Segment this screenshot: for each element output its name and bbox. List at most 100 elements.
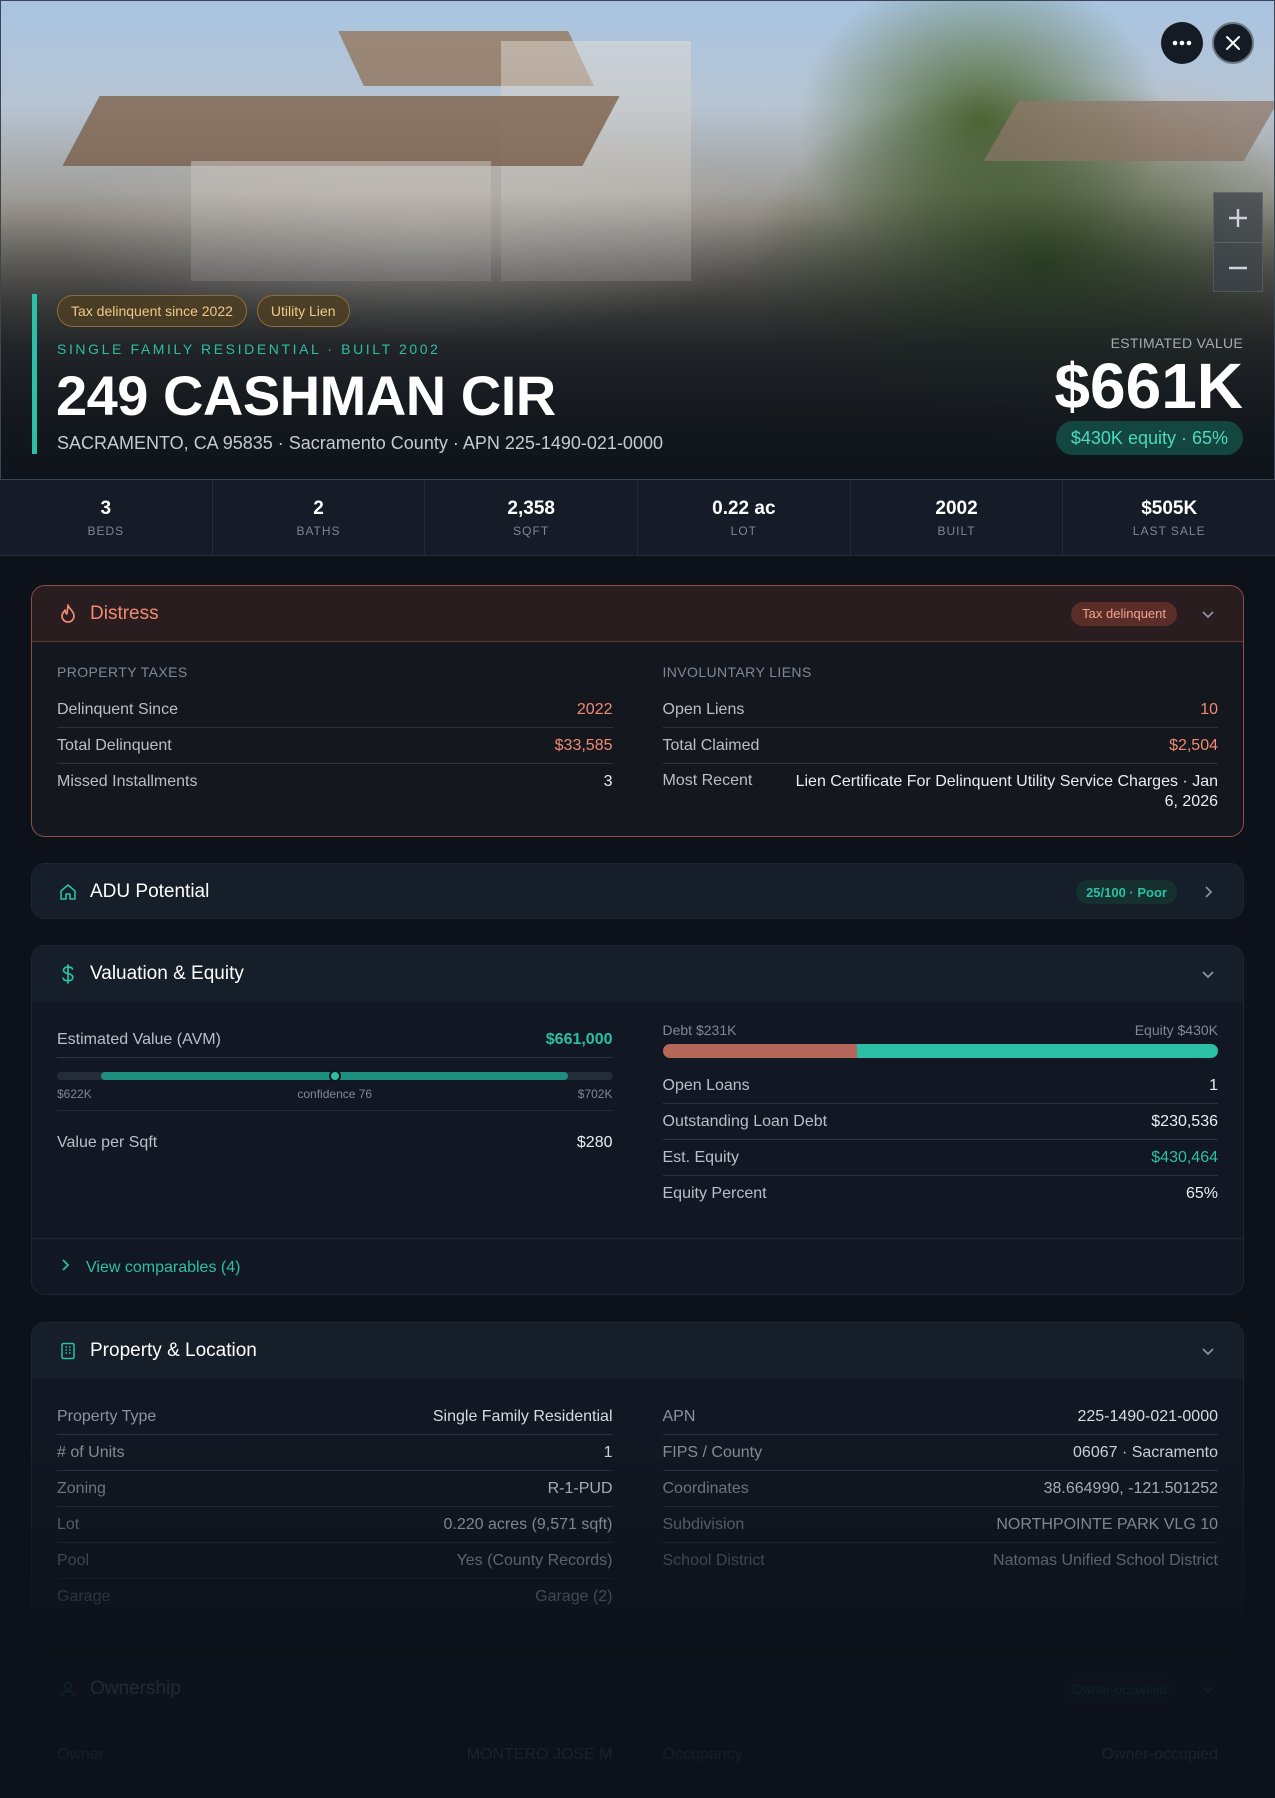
tax-delinquent-badge: Tax delinquent since 2022: [57, 295, 247, 327]
row-key: Lot: [57, 1515, 80, 1533]
row-value: 0.220 acres (9,571 sqft): [443, 1515, 613, 1533]
home-icon: [58, 882, 78, 902]
row-key: Delinquent Since: [57, 700, 178, 718]
more-options-button[interactable]: [1161, 22, 1203, 64]
detail-row: Owner MONTERO JOSE M: [57, 1737, 613, 1773]
chevron-down-icon[interactable]: [1199, 605, 1217, 623]
chevron-right-icon: [60, 1258, 72, 1277]
debt-segment: [662, 1044, 857, 1058]
ownership-header[interactable]: Ownership Owner-occupied: [32, 1661, 1243, 1717]
detail-row: Coordinates 38.664990, -121.501252: [662, 1471, 1218, 1507]
section-label: INVOLUNTARY LIENS: [662, 664, 812, 680]
row-key: Equity Percent: [662, 1185, 767, 1202]
close-button[interactable]: [1212, 22, 1254, 64]
equity-pill: $430K equity · 65%: [1055, 421, 1243, 455]
chevron-down-icon[interactable]: [1199, 1342, 1217, 1360]
row-value: 65%: [1185, 1185, 1218, 1202]
stat-value: 2002: [935, 497, 978, 519]
ownership-title: Ownership: [90, 1678, 181, 1699]
row-value: Natomas Unified School District: [993, 1552, 1218, 1569]
stat-value: $505K: [1141, 497, 1198, 519]
row-key: Subdivision: [662, 1515, 745, 1533]
adu-potential-card[interactable]: ADU Potential 25/100 · Poor: [31, 863, 1244, 919]
row-key: Occupancy: [662, 1746, 743, 1763]
distress-card: Distress Tax delinquent PROPERTY TAXES D…: [31, 585, 1244, 837]
range-high: $702K: [577, 1087, 613, 1101]
range-low: $622K: [57, 1087, 92, 1101]
minus-icon: [1229, 266, 1247, 270]
detail-row: Total Claimed $2,504: [662, 728, 1218, 764]
stat-value: 3: [100, 497, 112, 519]
involuntary-liens-section: INVOLUNTARY LIENS Open Liens 10 Total Cla…: [662, 664, 1219, 812]
stat-value: 2,358: [507, 497, 555, 519]
user-icon: [58, 1679, 78, 1699]
row-value: 3: [603, 773, 613, 790]
row-key: Zoning: [57, 1479, 106, 1497]
property-location: SACRAMENTO, CA 95835 · Sacramento County…: [57, 433, 663, 453]
stat-beds: 3 BEDS: [0, 480, 213, 555]
detail-row: Open Loans 1: [662, 1068, 1218, 1104]
page-title: 249 CASHMAN CIR: [56, 364, 556, 427]
ownership-left-column: Owner MONTERO JOSE M: [57, 1737, 613, 1773]
range-confidence: confidence 76: [297, 1087, 373, 1101]
detail-row: Equity Percent 65%: [663, 1176, 1219, 1212]
utility-lien-badge: Utility Lien: [256, 295, 350, 327]
chevron-down-icon[interactable]: [1199, 965, 1217, 983]
detail-row: APN 225-1490-021-0000: [662, 1399, 1218, 1435]
valuation-header[interactable]: Valuation & Equity: [32, 946, 1243, 1002]
stat-baths: 2 BATHS: [213, 480, 426, 555]
stat-label: LAST SALE: [1132, 523, 1206, 538]
divider: [57, 1110, 613, 1111]
distress-title: Distress: [90, 602, 159, 624]
adu-score-badge: 25/100 · Poor: [1076, 880, 1177, 904]
row-key: Value per Sqft: [57, 1134, 158, 1151]
accent-bar: [32, 294, 37, 454]
section-label: PROPERTY TAXES: [57, 664, 188, 680]
property-header[interactable]: Property & Location: [32, 1323, 1243, 1379]
row-value: Lien Certificate For Delinquent Utility …: [795, 773, 1218, 810]
detail-row: Most Recent Lien Certificate For Delinque…: [663, 764, 1219, 812]
row-key: Garage: [57, 1588, 111, 1605]
zoom-control: [1213, 192, 1263, 292]
stat-label: BEDS: [87, 523, 125, 538]
detail-row: # of Units 1: [57, 1435, 613, 1471]
property-hero: Tax delinquent since 2022 Utility Lien S…: [0, 0, 1275, 480]
dollar-icon: [58, 964, 78, 984]
zoom-in-button[interactable]: [1214, 193, 1262, 243]
detail-row: Pool Yes (County Records): [57, 1543, 613, 1579]
row-value: Single Family Residential: [432, 1407, 613, 1425]
close-icon: [1226, 36, 1240, 50]
avm-section: Estimated Value (AVM) $661,000 $622K con…: [57, 1022, 613, 1212]
debt-equity-bar: [662, 1044, 1219, 1058]
detail-row: Value per Sqft $280: [57, 1125, 613, 1161]
avm-row: Estimated Value (AVM) $661,000: [57, 1022, 613, 1058]
detail-row: Occupancy Owner-occupied: [663, 1737, 1219, 1773]
row-value: MONTERO JOSE M: [466, 1746, 613, 1763]
view-comparables-link[interactable]: View comparables (4): [32, 1238, 1243, 1294]
row-value: $230,536: [1151, 1112, 1218, 1130]
property-left-column: Property Type Single Family Residential #…: [57, 1399, 613, 1615]
detail-row: School District Natomas Unified School Di…: [663, 1543, 1219, 1579]
stat-label: BUILT: [937, 523, 976, 538]
range-labels: $622K confidence 76 $702K: [57, 1087, 613, 1101]
row-key: Property Type: [57, 1407, 157, 1425]
stat-label: BATHS: [296, 523, 341, 538]
distress-header[interactable]: Distress Tax delinquent: [32, 586, 1243, 642]
chevron-right-icon[interactable]: [1199, 883, 1217, 901]
row-value: 2022: [576, 700, 613, 718]
stat-value: 0.22 ac: [712, 497, 776, 519]
property-location-card: Property & Location Property Type Single …: [31, 1322, 1244, 1622]
stat-sqft: 2,358 SQFT: [425, 480, 639, 555]
property-taxes-section: PROPERTY TAXES Delinquent Since 2022 Tota…: [57, 664, 613, 812]
zoom-out-button[interactable]: [1214, 243, 1262, 293]
stat-value: 2: [313, 497, 324, 519]
plus-icon: [1229, 208, 1247, 227]
equity-segment: [856, 1044, 1218, 1058]
row-key: Open Liens: [662, 700, 745, 718]
adu-header[interactable]: ADU Potential 25/100 · Poor: [32, 864, 1243, 918]
debt-label: Debt $231K: [662, 1022, 737, 1038]
row-value: 38.664990, -121.501252: [1043, 1479, 1218, 1497]
row-key: Most Recent: [662, 772, 753, 789]
detail-row: Open Liens 10: [662, 692, 1218, 728]
chevron-down-icon[interactable]: [1199, 1680, 1217, 1698]
